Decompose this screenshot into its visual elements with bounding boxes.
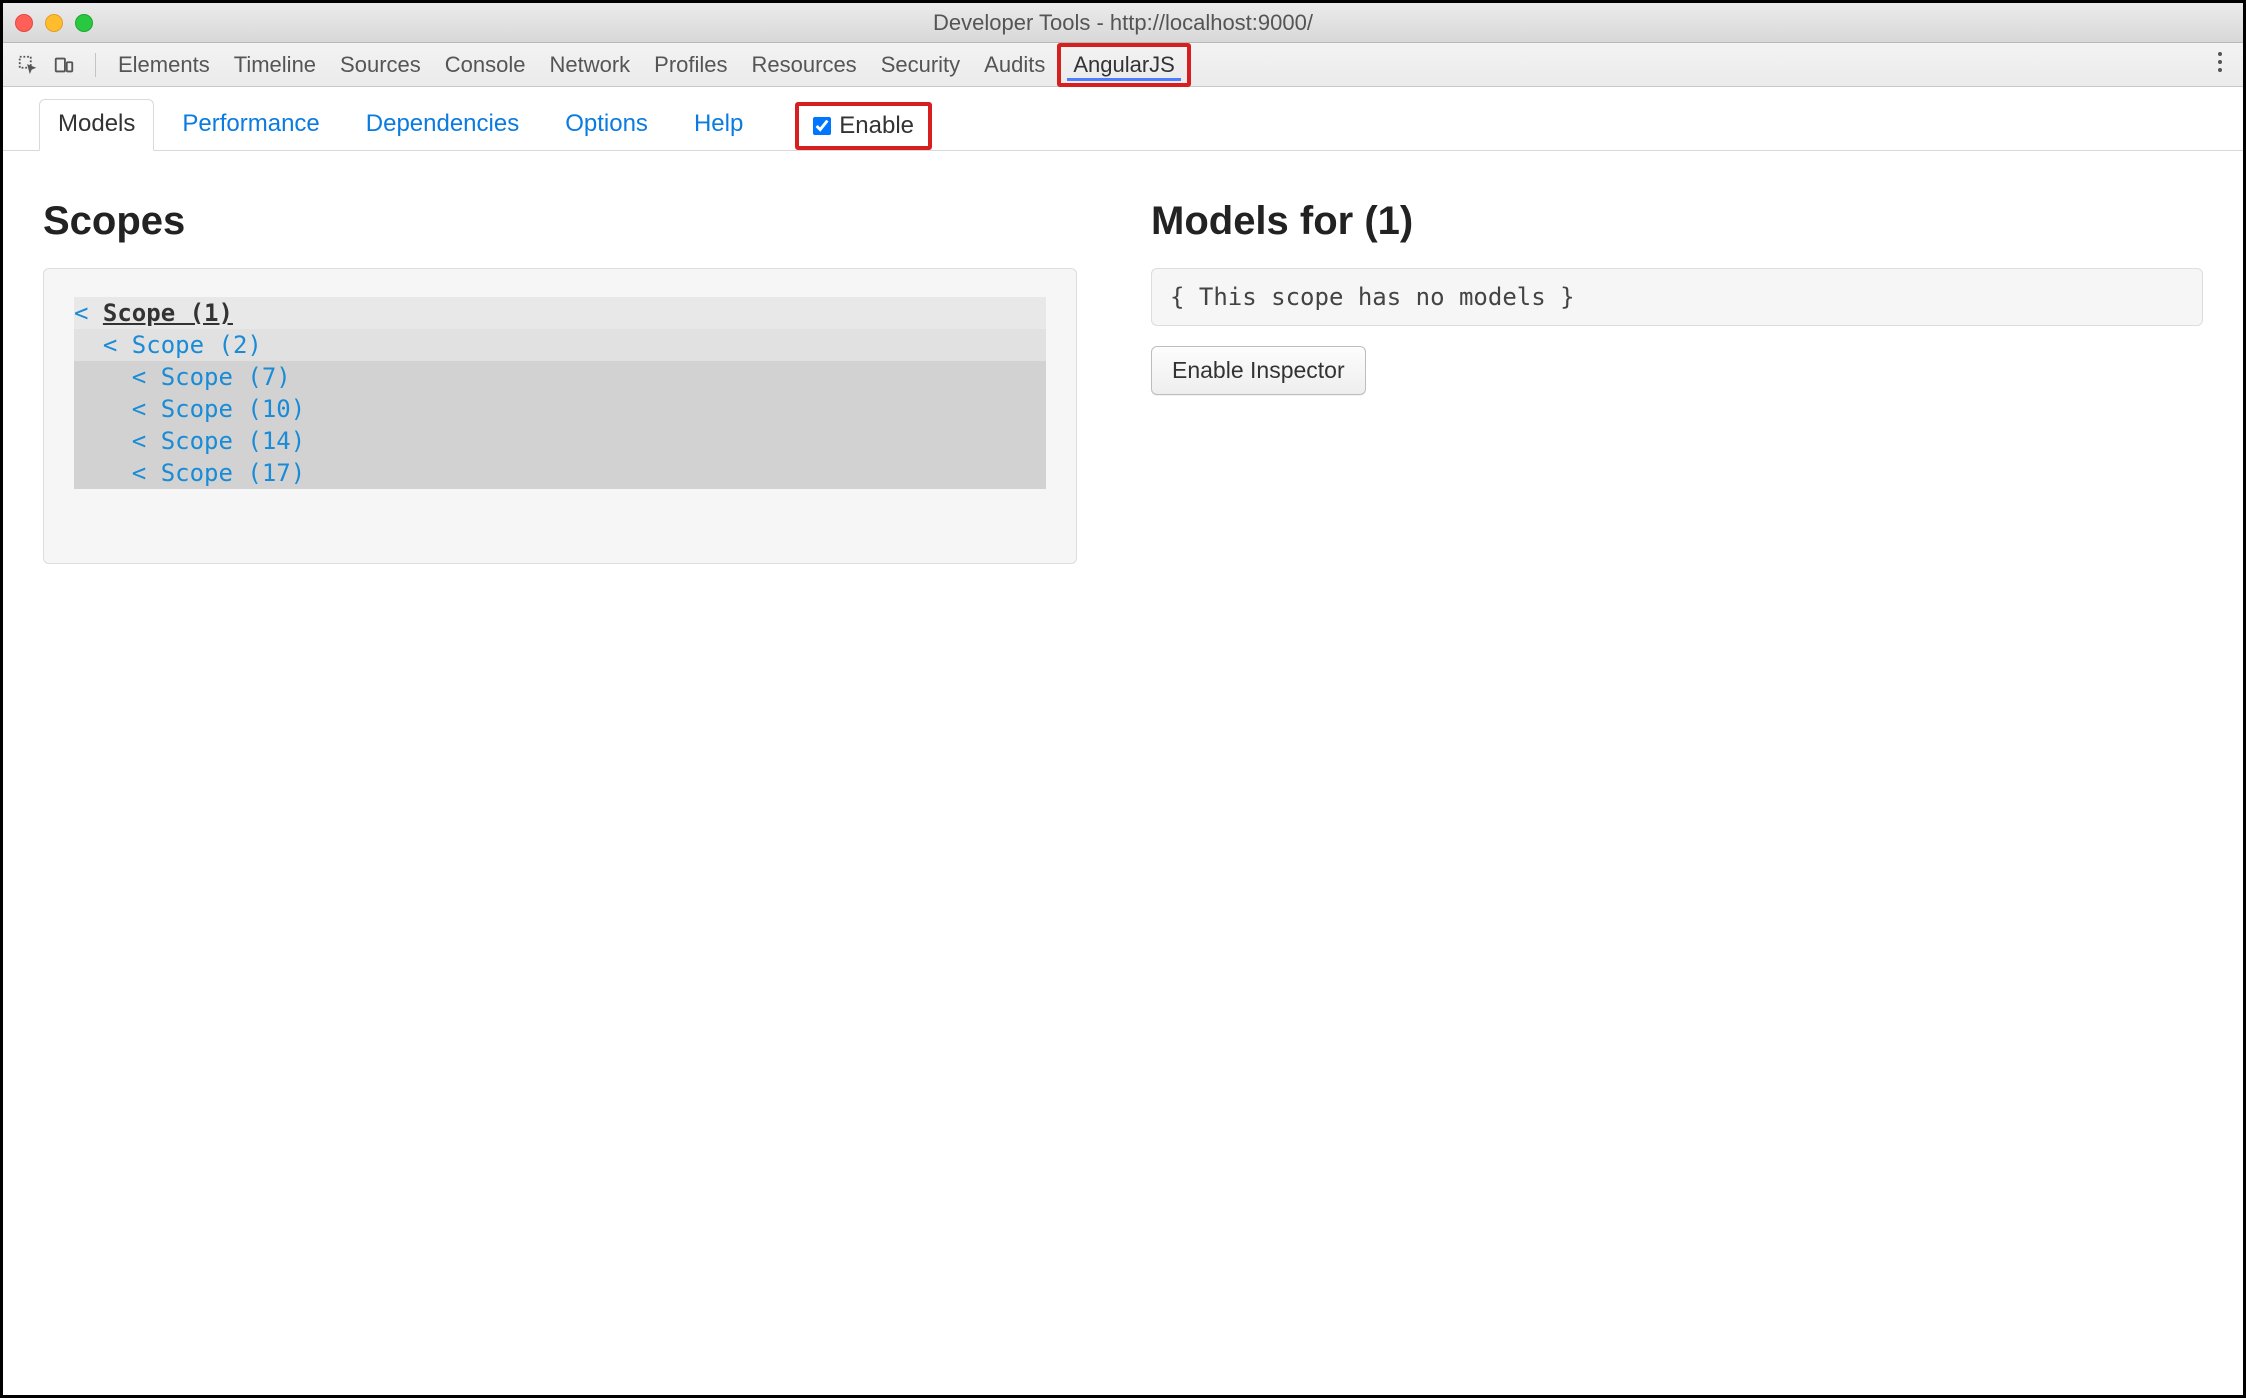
scope-row[interactable]: < Scope (14) <box>74 425 1046 457</box>
window-titlebar: Developer Tools - http://localhost:9000/ <box>3 3 2243 43</box>
subtab-dependencies[interactable]: Dependencies <box>348 100 537 150</box>
models-body: { This scope has no models } <box>1151 268 2203 326</box>
inspect-element-icon[interactable] <box>13 50 43 80</box>
panel-tab-elements[interactable]: Elements <box>106 43 222 86</box>
close-window-button[interactable] <box>15 14 33 32</box>
minimize-window-button[interactable] <box>45 14 63 32</box>
scope-row[interactable]: < Scope (1) <box>74 297 1046 329</box>
zoom-window-button[interactable] <box>75 14 93 32</box>
scopes-title: Scopes <box>43 199 1077 244</box>
toolbar-divider <box>95 53 96 77</box>
scopes-panel: < Scope (1) < Scope (2) < Scope (7) < Sc… <box>43 268 1077 564</box>
panel-tab-console[interactable]: Console <box>433 43 538 86</box>
scopes-column: Scopes < Scope (1) < Scope (2) < Scope (… <box>43 199 1077 564</box>
scope-row[interactable]: < Scope (7) <box>74 361 1046 393</box>
scope-row[interactable]: < Scope (10) <box>74 393 1046 425</box>
devtools-panel-tabs: ElementsTimelineSourcesConsoleNetworkPro… <box>3 43 2243 87</box>
enable-inspector-button[interactable]: Enable Inspector <box>1151 346 1366 395</box>
scope-tree: < Scope (1) < Scope (2) < Scope (7) < Sc… <box>74 297 1046 489</box>
subtab-help[interactable]: Help <box>676 100 761 150</box>
scope-row[interactable]: < Scope (2) <box>74 329 1046 361</box>
enable-checkbox-container[interactable]: Enable <box>795 102 932 150</box>
enable-label: Enable <box>839 112 914 140</box>
enable-checkbox[interactable] <box>813 117 831 135</box>
more-options-icon[interactable] <box>2217 51 2223 78</box>
window-controls <box>15 14 93 32</box>
subtab-performance[interactable]: Performance <box>164 100 337 150</box>
panel-tab-resources[interactable]: Resources <box>740 43 869 86</box>
device-mode-icon[interactable] <box>49 50 79 80</box>
scope-row[interactable]: < Scope (17) <box>74 457 1046 489</box>
panel-tab-profiles[interactable]: Profiles <box>642 43 739 86</box>
panel-tab-audits[interactable]: Audits <box>972 43 1057 86</box>
panel-tab-timeline[interactable]: Timeline <box>222 43 328 86</box>
subtab-models[interactable]: Models <box>39 99 154 151</box>
models-title: Models for (1) <box>1151 199 2203 244</box>
models-column: Models for (1) { This scope has no model… <box>1151 199 2203 564</box>
panel-tab-security[interactable]: Security <box>869 43 972 86</box>
panel-tab-sources[interactable]: Sources <box>328 43 433 86</box>
angularjs-subtabs: ModelsPerformanceDependenciesOptionsHelp… <box>3 87 2243 151</box>
subtab-options[interactable]: Options <box>547 100 666 150</box>
window-title: Developer Tools - http://localhost:9000/ <box>3 10 2243 36</box>
panel-tab-network[interactable]: Network <box>537 43 642 86</box>
panel-tab-angularjs[interactable]: AngularJS <box>1057 43 1191 87</box>
main-content: Scopes < Scope (1) < Scope (2) < Scope (… <box>3 151 2243 612</box>
